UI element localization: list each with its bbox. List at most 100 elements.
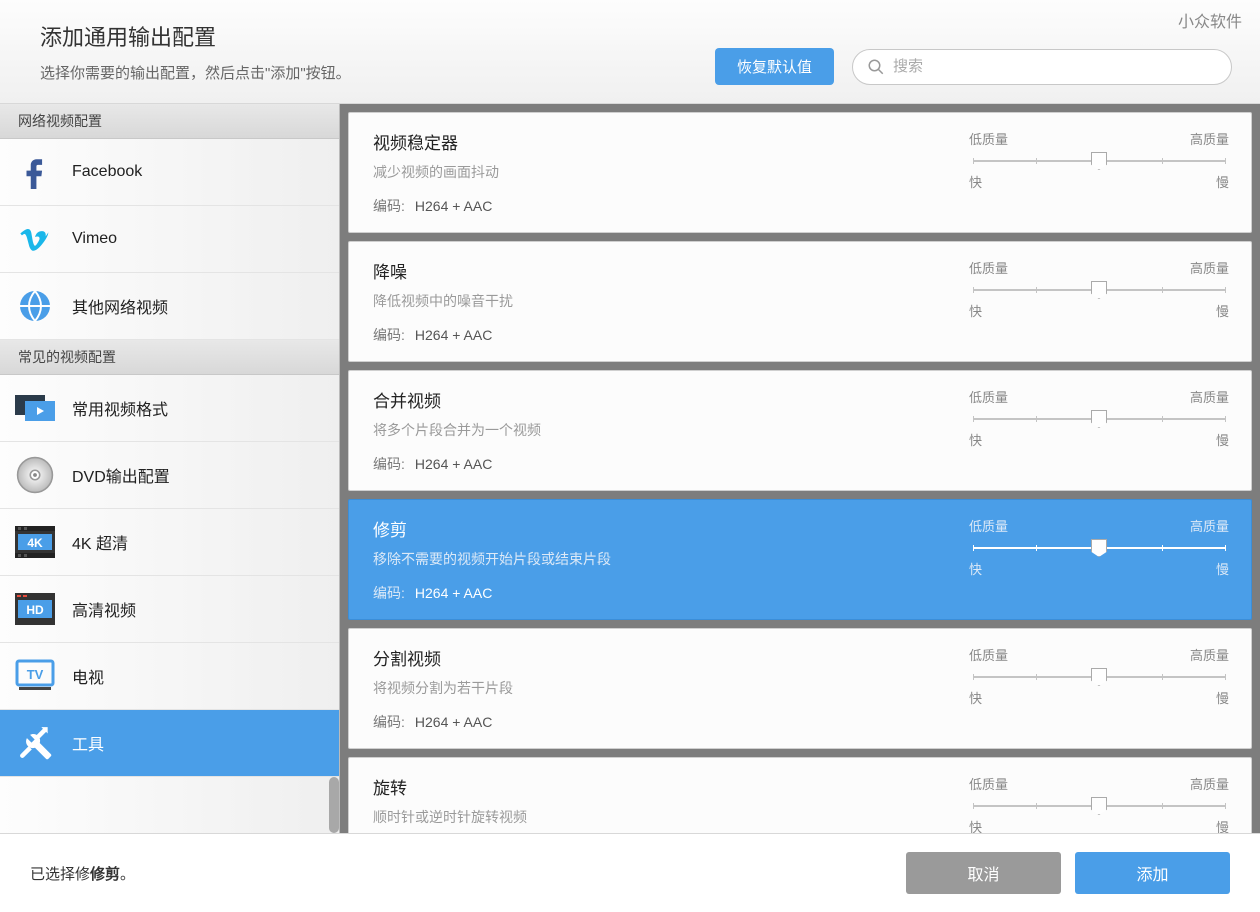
page-subtitle: 选择你需要的输出配置，然后点击"添加"按钮。 bbox=[40, 62, 715, 83]
slider-bottom-labels: 快慢 bbox=[969, 688, 1229, 707]
quality-slider[interactable] bbox=[973, 287, 1225, 293]
slider-thumb[interactable] bbox=[1091, 410, 1107, 428]
card-title: 分割视频 bbox=[373, 645, 939, 670]
quality-slider[interactable] bbox=[973, 158, 1225, 164]
quality-slider[interactable] bbox=[973, 803, 1225, 809]
sidebar-item-hd-video[interactable]: HD 高清视频 bbox=[0, 576, 339, 643]
preset-card-merge[interactable]: 合并视频 将多个片段合并为一个视频 编码:H264 + AAC 低质量高质量 快慢 bbox=[348, 370, 1252, 491]
slider-bottom-labels: 快慢 bbox=[969, 559, 1229, 578]
slider-thumb[interactable] bbox=[1091, 668, 1107, 686]
card-encoding: 编码:H264 + AAC bbox=[373, 196, 939, 216]
page-title: 添加通用输出配置 bbox=[40, 20, 715, 52]
quality-slider-block: 低质量高质量 快慢 bbox=[969, 645, 1229, 732]
svg-text:4K: 4K bbox=[27, 536, 43, 550]
slider-top-labels: 低质量高质量 bbox=[969, 129, 1229, 148]
quality-slider-block: 低质量高质量 快慢 bbox=[969, 516, 1229, 603]
card-info: 视频稳定器 减少视频的画面抖动 编码:H264 + AAC bbox=[373, 129, 939, 216]
search-field[interactable] bbox=[852, 49, 1232, 85]
slider-top-labels: 低质量高质量 bbox=[969, 516, 1229, 535]
card-title: 降噪 bbox=[373, 258, 939, 283]
quality-slider[interactable] bbox=[973, 545, 1225, 551]
card-encoding: 编码:H264 + AAC bbox=[373, 712, 939, 732]
sidebar-item-common-format[interactable]: 常用视频格式 bbox=[0, 375, 339, 442]
sidebar-item-facebook[interactable]: Facebook bbox=[0, 139, 339, 206]
slider-bottom-labels: 快慢 bbox=[969, 817, 1229, 833]
slider-bottom-labels: 快慢 bbox=[969, 430, 1229, 449]
sidebar-item-label: 其他网络视频 bbox=[72, 294, 168, 318]
search-icon bbox=[867, 58, 885, 76]
card-encoding: 编码:H264 + AAC bbox=[373, 325, 939, 345]
watermark: 小众软件 bbox=[1178, 8, 1242, 32]
quality-slider[interactable] bbox=[973, 674, 1225, 680]
card-description: 移除不需要的视频开始片段或结束片段 bbox=[373, 549, 939, 569]
sidebar-item-label: DVD输出配置 bbox=[72, 463, 170, 487]
facebook-icon bbox=[14, 153, 56, 191]
restore-defaults-button[interactable]: 恢复默认值 bbox=[715, 48, 834, 85]
sidebar-item-label: Facebook bbox=[72, 163, 142, 181]
preset-card-trim[interactable]: 修剪 移除不需要的视频开始片段或结束片段 编码:H264 + AAC 低质量高质量… bbox=[348, 499, 1252, 620]
add-button[interactable]: 添加 bbox=[1075, 852, 1230, 894]
4k-uhd-icon: 4K bbox=[14, 523, 56, 561]
card-description: 将视频分割为若干片段 bbox=[373, 678, 939, 698]
header: 小众软件 添加通用输出配置 选择你需要的输出配置，然后点击"添加"按钮。 恢复默… bbox=[0, 0, 1260, 104]
search-input[interactable] bbox=[893, 58, 1217, 75]
sidebar-scrollbar-thumb[interactable] bbox=[329, 777, 339, 833]
sidebar-item-other-web-video[interactable]: 其他网络视频 bbox=[0, 273, 339, 340]
card-title: 旋转 bbox=[373, 774, 939, 799]
slider-thumb[interactable] bbox=[1091, 152, 1107, 170]
sidebar-group-header: 网络视频配置 bbox=[0, 104, 339, 139]
card-title: 合并视频 bbox=[373, 387, 939, 412]
card-description: 顺时针或逆时针旋转视频 bbox=[373, 807, 939, 827]
sidebar[interactable]: 网络视频配置FacebookVimeo其他网络视频常见的视频配置常用视频格式DV… bbox=[0, 104, 340, 833]
preset-card-rotate[interactable]: 旋转 顺时针或逆时针旋转视频 编码:H264 + AAC低质量高质量 快慢 bbox=[348, 757, 1252, 833]
hd-video-icon: HD bbox=[14, 590, 56, 628]
header-text: 添加通用输出配置 选择你需要的输出配置，然后点击"添加"按钮。 bbox=[40, 20, 715, 83]
slider-thumb[interactable] bbox=[1091, 281, 1107, 299]
preset-card-stabilizer[interactable]: 视频稳定器 减少视频的画面抖动 编码:H264 + AAC 低质量高质量 快慢 bbox=[348, 112, 1252, 233]
sidebar-item-label: Vimeo bbox=[72, 230, 117, 248]
card-encoding: 编码:H264 + AAC bbox=[373, 454, 939, 474]
card-description: 减少视频的画面抖动 bbox=[373, 162, 939, 182]
sidebar-item-dvd-output[interactable]: DVD输出配置 bbox=[0, 442, 339, 509]
card-info: 修剪 移除不需要的视频开始片段或结束片段 编码:H264 + AAC bbox=[373, 516, 939, 603]
slider-top-labels: 低质量高质量 bbox=[969, 258, 1229, 277]
footer: 已选择修修剪。 取消 添加 bbox=[0, 834, 1260, 912]
main-panel[interactable]: 视频稳定器 减少视频的画面抖动 编码:H264 + AAC低质量高质量 快慢降噪… bbox=[340, 104, 1260, 833]
dvd-output-icon bbox=[14, 456, 56, 494]
slider-top-labels: 低质量高质量 bbox=[969, 774, 1229, 793]
quality-slider-block: 低质量高质量 快慢 bbox=[969, 258, 1229, 345]
slider-bottom-labels: 快慢 bbox=[969, 172, 1229, 191]
preset-card-split[interactable]: 分割视频 将视频分割为若干片段 编码:H264 + AAC 低质量高质量 快慢 bbox=[348, 628, 1252, 749]
card-info: 降噪 降低视频中的噪音干扰 编码:H264 + AAC bbox=[373, 258, 939, 345]
cancel-button[interactable]: 取消 bbox=[906, 852, 1061, 894]
slider-thumb[interactable] bbox=[1091, 797, 1107, 815]
card-info: 合并视频 将多个片段合并为一个视频 编码:H264 + AAC bbox=[373, 387, 939, 474]
slider-thumb[interactable] bbox=[1091, 539, 1107, 557]
slider-top-labels: 低质量高质量 bbox=[969, 387, 1229, 406]
quality-slider[interactable] bbox=[973, 416, 1225, 422]
tools-icon bbox=[14, 724, 56, 762]
sidebar-item-vimeo[interactable]: Vimeo bbox=[0, 206, 339, 273]
sidebar-item-tv[interactable]: TV 电视 bbox=[0, 643, 339, 710]
preset-card-denoise[interactable]: 降噪 降低视频中的噪音干扰 编码:H264 + AAC 低质量高质量 快慢 bbox=[348, 241, 1252, 362]
quality-slider-block: 低质量高质量 快慢 bbox=[969, 129, 1229, 216]
tv-icon: TV bbox=[14, 657, 56, 695]
card-description: 降低视频中的噪音干扰 bbox=[373, 291, 939, 311]
header-actions: 恢复默认值 bbox=[715, 48, 1232, 85]
sidebar-item-label: 高清视频 bbox=[72, 597, 136, 621]
sidebar-item-label: 常用视频格式 bbox=[72, 396, 168, 420]
slider-top-labels: 低质量高质量 bbox=[969, 645, 1229, 664]
sidebar-item-4k-uhd[interactable]: 4K 4K 超清 bbox=[0, 509, 339, 576]
body: 网络视频配置FacebookVimeo其他网络视频常见的视频配置常用视频格式DV… bbox=[0, 104, 1260, 834]
card-title: 视频稳定器 bbox=[373, 129, 939, 154]
card-description: 将多个片段合并为一个视频 bbox=[373, 420, 939, 440]
common-format-icon bbox=[14, 389, 56, 427]
sidebar-item-label: 4K 超清 bbox=[72, 530, 128, 554]
svg-text:HD: HD bbox=[26, 603, 44, 617]
sidebar-item-tools[interactable]: 工具 bbox=[0, 710, 339, 777]
card-info: 分割视频 将视频分割为若干片段 编码:H264 + AAC bbox=[373, 645, 939, 732]
other-web-video-icon bbox=[14, 287, 56, 325]
slider-bottom-labels: 快慢 bbox=[969, 301, 1229, 320]
sidebar-item-label: 电视 bbox=[72, 664, 104, 688]
quality-slider-block: 低质量高质量 快慢 bbox=[969, 387, 1229, 474]
